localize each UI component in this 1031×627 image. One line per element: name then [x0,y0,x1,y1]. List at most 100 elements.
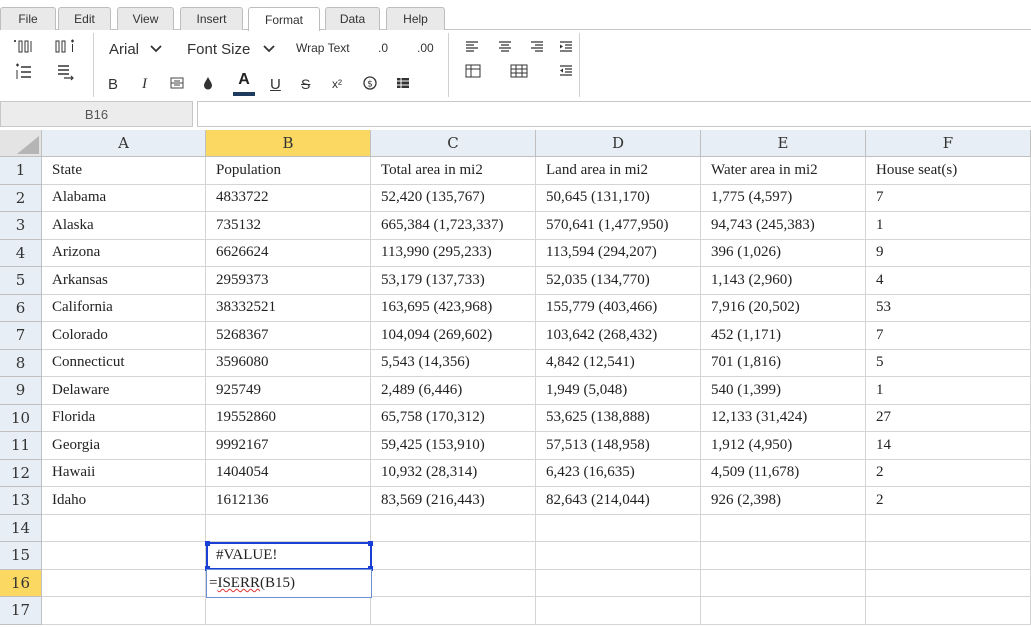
column-header-e[interactable]: E [701,130,866,157]
cell-b17[interactable] [206,597,371,625]
cell-b13[interactable]: 1612136 [206,487,371,515]
row-header-13[interactable]: 13 [0,487,42,515]
tab-file[interactable]: File [0,7,56,30]
cell-e3[interactable]: 94,743 (245,383) [701,212,866,240]
cell-a11[interactable]: Georgia [42,432,206,460]
cell-a12[interactable]: Hawaii [42,459,206,487]
cell-c5[interactable]: 53,179 (137,733) [371,267,536,295]
cell-a13[interactable]: Idaho [42,487,206,515]
chevron-down-icon[interactable] [149,41,163,57]
cell-a4[interactable]: Arizona [42,239,206,267]
cell-b10[interactable]: 19552860 [206,404,371,432]
text-color-button[interactable]: A [232,70,256,98]
cell-c4[interactable]: 113,990 (295,233) [371,239,536,267]
row-header-5[interactable]: 5 [0,267,42,295]
cell-d11[interactable]: 57,513 (148,958) [536,432,701,460]
cell-e8[interactable]: 701 (1,816) [701,349,866,377]
cell-b11[interactable]: 9992167 [206,432,371,460]
italic-button[interactable]: I [142,76,147,93]
cell-b1[interactable]: Population [206,157,371,185]
row-header-16[interactable]: 16 [0,569,42,597]
wrap-text-button[interactable]: Wrap Text [296,41,350,55]
row-header-17[interactable]: 17 [0,597,42,625]
cell-e5[interactable]: 1,143 (2,960) [701,267,866,295]
tab-insert[interactable]: Insert [180,7,243,30]
cell-e10[interactable]: 12,133 (31,424) [701,404,866,432]
cell-f9[interactable]: 1 [866,377,1031,405]
cell-a8[interactable]: Connecticut [42,349,206,377]
cell-d6[interactable]: 155,779 (403,466) [536,294,701,322]
cell-d16[interactable] [536,569,701,597]
decrease-decimal-button[interactable]: .0 [378,41,388,55]
cell-b7[interactable]: 5268367 [206,322,371,350]
tab-edit[interactable]: Edit [58,7,111,30]
align-right-icon[interactable] [529,39,545,55]
cell-a7[interactable]: Colorado [42,322,206,350]
row-header-1[interactable]: 1 [0,157,42,185]
row-header-2[interactable]: 2 [0,184,42,212]
fill-color-icon[interactable] [200,75,216,91]
cell-d12[interactable]: 6,423 (16,635) [536,459,701,487]
cell-f10[interactable]: 27 [866,404,1031,432]
cell-c7[interactable]: 104,094 (269,602) [371,322,536,350]
column-header-d[interactable]: D [536,130,701,157]
cell-e12[interactable]: 4,509 (11,678) [701,459,866,487]
cell-d15[interactable] [536,542,701,570]
indent-decrease-icon[interactable] [558,63,574,79]
cell-f6[interactable]: 53 [866,294,1031,322]
font-name-value[interactable]: Arial [109,41,139,58]
cell-e16[interactable] [701,569,866,597]
bold-button[interactable]: B [108,76,118,93]
cell-c9[interactable]: 2,489 (6,446) [371,377,536,405]
formula-input[interactable] [197,101,1031,127]
cell-a3[interactable]: Alaska [42,212,206,240]
tab-data[interactable]: Data [325,7,380,30]
cell-b3[interactable]: 735132 [206,212,371,240]
cell-f17[interactable] [866,597,1031,625]
cell-c2[interactable]: 52,420 (135,767) [371,184,536,212]
select-all-corner[interactable] [0,130,42,157]
row-header-14[interactable]: 14 [0,514,42,542]
column-header-f[interactable]: F [866,130,1031,157]
cell-c14[interactable] [371,514,536,542]
cell-f12[interactable]: 2 [866,459,1031,487]
cell-d10[interactable]: 53,625 (138,888) [536,404,701,432]
row-header-9[interactable]: 9 [0,377,42,405]
cell-f16[interactable] [866,569,1031,597]
cell-c16[interactable] [371,569,536,597]
cell-e9[interactable]: 540 (1,399) [701,377,866,405]
cell-d8[interactable]: 4,842 (12,541) [536,349,701,377]
cell-a16[interactable] [42,569,206,597]
row-header-10[interactable]: 10 [0,404,42,432]
cell-d14[interactable] [536,514,701,542]
cell-e13[interactable]: 926 (2,398) [701,487,866,515]
cell-f15[interactable] [866,542,1031,570]
row-header-15[interactable]: 15 [0,542,42,570]
insert-row-above-icon[interactable] [10,62,36,82]
tab-format[interactable]: Format [248,7,320,31]
cell-d7[interactable]: 103,642 (268,432) [536,322,701,350]
cell-d2[interactable]: 50,645 (131,170) [536,184,701,212]
strikethrough-button[interactable]: S [301,76,310,92]
cell-d4[interactable]: 113,594 (294,207) [536,239,701,267]
cell-a9[interactable]: Delaware [42,377,206,405]
cell-c13[interactable]: 83,569 (216,443) [371,487,536,515]
table-icon[interactable] [464,63,482,79]
cell-d17[interactable] [536,597,701,625]
cell-e7[interactable]: 452 (1,171) [701,322,866,350]
cell-b6[interactable]: 38332521 [206,294,371,322]
cell-f2[interactable]: 7 [866,184,1031,212]
cell-f5[interactable]: 4 [866,267,1031,295]
cell-b8[interactable]: 3596080 [206,349,371,377]
cell-a14[interactable] [42,514,206,542]
cell-f7[interactable]: 7 [866,322,1031,350]
column-header-b[interactable]: B [206,130,371,157]
superscript-button[interactable]: x² [332,77,342,91]
cell-a17[interactable] [42,597,206,625]
cell-f11[interactable]: 14 [866,432,1031,460]
tab-view[interactable]: View [117,7,174,30]
cell-a2[interactable]: Alabama [42,184,206,212]
increase-decimal-button[interactable]: .00 [417,41,434,55]
cell-b2[interactable]: 4833722 [206,184,371,212]
cell-c10[interactable]: 65,758 (170,312) [371,404,536,432]
